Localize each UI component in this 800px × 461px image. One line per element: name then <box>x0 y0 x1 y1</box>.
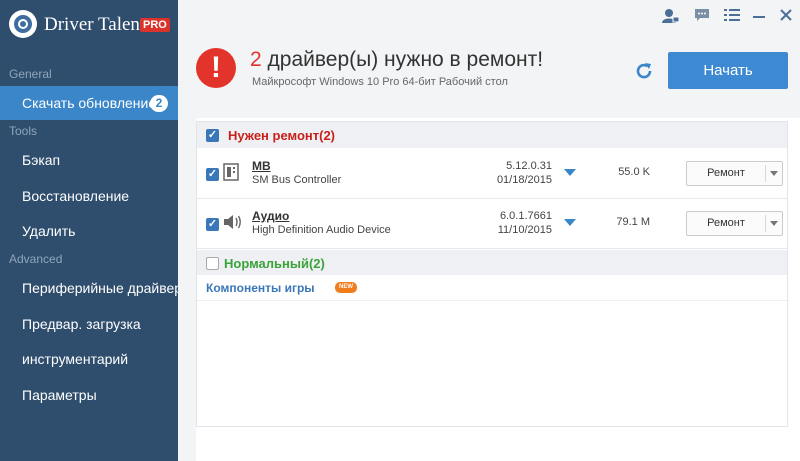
sidebar-item-label: Предвар. загрузка <box>22 316 141 332</box>
sidebar-item-toolkit[interactable]: инструментарий <box>0 342 178 376</box>
close-icon[interactable] <box>776 8 796 26</box>
driver-version: 6.0.1.7661 <box>500 210 552 222</box>
driver-name[interactable]: MB <box>252 159 271 173</box>
updates-count-badge: 2 <box>150 95 168 112</box>
page-title-text: драйвер(ы) нужно в ремонт! <box>261 48 544 71</box>
driver-checkbox[interactable]: ✓ <box>206 218 219 231</box>
sidebar-item-download-updates[interactable]: Скачать обновление 2 <box>0 86 178 120</box>
driver-size: 79.1 M <box>616 216 650 228</box>
driver-row-mb: ✓ MB SM Bus Controller 5.12.0.31 01/18/2… <box>197 149 787 199</box>
repair-button-divider <box>765 215 766 232</box>
sidebar-item-label: Параметры <box>22 387 97 403</box>
logo-icon <box>9 10 37 38</box>
driver-description: SM Bus Controller <box>252 174 342 186</box>
drivers-panel: ✓ Нужен ремонт(2) ✓ MB SM Bus Controller… <box>196 121 788 427</box>
normal-group-title: Нормальный(2) <box>224 256 325 271</box>
repair-group-title: Нужен ремонт(2) <box>228 128 336 143</box>
sidebar-item-label: Периферийные драйвера <box>22 280 178 296</box>
sidebar-item-label: Восстановление <box>22 188 130 204</box>
driver-date: 11/10/2015 <box>497 224 552 236</box>
sidebar-item-predownload[interactable]: Предвар. загрузка <box>0 307 178 341</box>
repair-button[interactable]: Ремонт <box>686 161 783 186</box>
driver-date: 01/18/2015 <box>496 174 552 186</box>
section-general: General <box>9 67 52 81</box>
brand: Driver Talent PRO <box>0 0 178 50</box>
alert-icon: ! <box>196 48 236 88</box>
os-info: Майкрософт Windows 10 Pro 64-бит Рабочий… <box>252 76 508 88</box>
normal-group-header[interactable]: Нормальный(2) <box>197 250 787 276</box>
pro-badge: PRO <box>140 18 170 32</box>
sidebar-item-peripheral-drivers[interactable]: Периферийные драйвера <box>0 271 178 305</box>
repair-group-checkbox[interactable]: ✓ <box>206 129 219 142</box>
repair-button-divider <box>765 165 766 182</box>
version-dropdown-icon[interactable] <box>564 169 576 176</box>
page-title: 2 драйвер(ы) нужно в ремонт! <box>250 48 543 72</box>
chevron-down-icon[interactable] <box>770 221 778 226</box>
content-background <box>178 118 196 461</box>
sidebar-item-label: инструментарий <box>22 351 129 367</box>
sidebar-item-label: Бэкап <box>22 152 61 168</box>
sidebar-item-label: Удалить <box>22 223 76 239</box>
driver-version: 5.12.0.31 <box>506 160 552 172</box>
driver-count: 2 <box>250 48 262 71</box>
driver-size: 55.0 K <box>618 166 650 178</box>
feedback-icon[interactable] <box>692 8 712 26</box>
sidebar-item-label: Скачать обновление <box>22 95 157 111</box>
app-name: Driver Talent <box>44 14 146 35</box>
sidebar-item-settings[interactable]: Параметры <box>0 378 178 412</box>
normal-group-checkbox[interactable] <box>206 257 219 270</box>
new-badge: NEW <box>335 282 357 293</box>
repair-group-header[interactable]: ✓ Нужен ремонт(2) <box>197 122 787 148</box>
user-icon[interactable] <box>661 8 681 26</box>
game-components-label[interactable]: Компоненты игры <box>206 281 315 295</box>
sidebar: Driver Talent PRO General Скачать обновл… <box>0 0 178 461</box>
speaker-icon <box>223 213 241 231</box>
repair-button[interactable]: Ремонт <box>686 211 783 236</box>
repair-button-label: Ремонт <box>707 167 745 179</box>
chevron-down-icon[interactable] <box>770 171 778 176</box>
sidebar-item-restore[interactable]: Восстановление <box>0 179 178 213</box>
version-dropdown-icon[interactable] <box>564 219 576 226</box>
section-advanced: Advanced <box>9 252 63 266</box>
driver-checkbox[interactable]: ✓ <box>206 168 219 181</box>
minimize-icon[interactable] <box>749 8 769 26</box>
driver-name[interactable]: Аудио <box>252 209 289 223</box>
driver-row-audio: ✓ Аудио High Definition Audio Device 6.0… <box>197 199 787 249</box>
driver-description: High Definition Audio Device <box>252 224 391 236</box>
driver-version-block: 5.12.0.31 01/18/2015 <box>477 159 552 187</box>
section-tools: Tools <box>9 124 38 138</box>
chip-icon <box>223 163 239 181</box>
sidebar-item-backup[interactable]: Бэкап <box>0 143 178 177</box>
driver-version-block: 6.0.1.7661 11/10/2015 <box>477 209 552 237</box>
sidebar-item-uninstall[interactable]: Удалить <box>0 214 178 248</box>
start-button[interactable]: Начать <box>668 52 788 89</box>
refresh-icon[interactable] <box>634 61 654 81</box>
repair-button-label: Ремонт <box>707 217 745 229</box>
game-components-row[interactable]: Компоненты игры NEW <box>197 275 787 301</box>
menu-icon[interactable] <box>722 8 742 26</box>
